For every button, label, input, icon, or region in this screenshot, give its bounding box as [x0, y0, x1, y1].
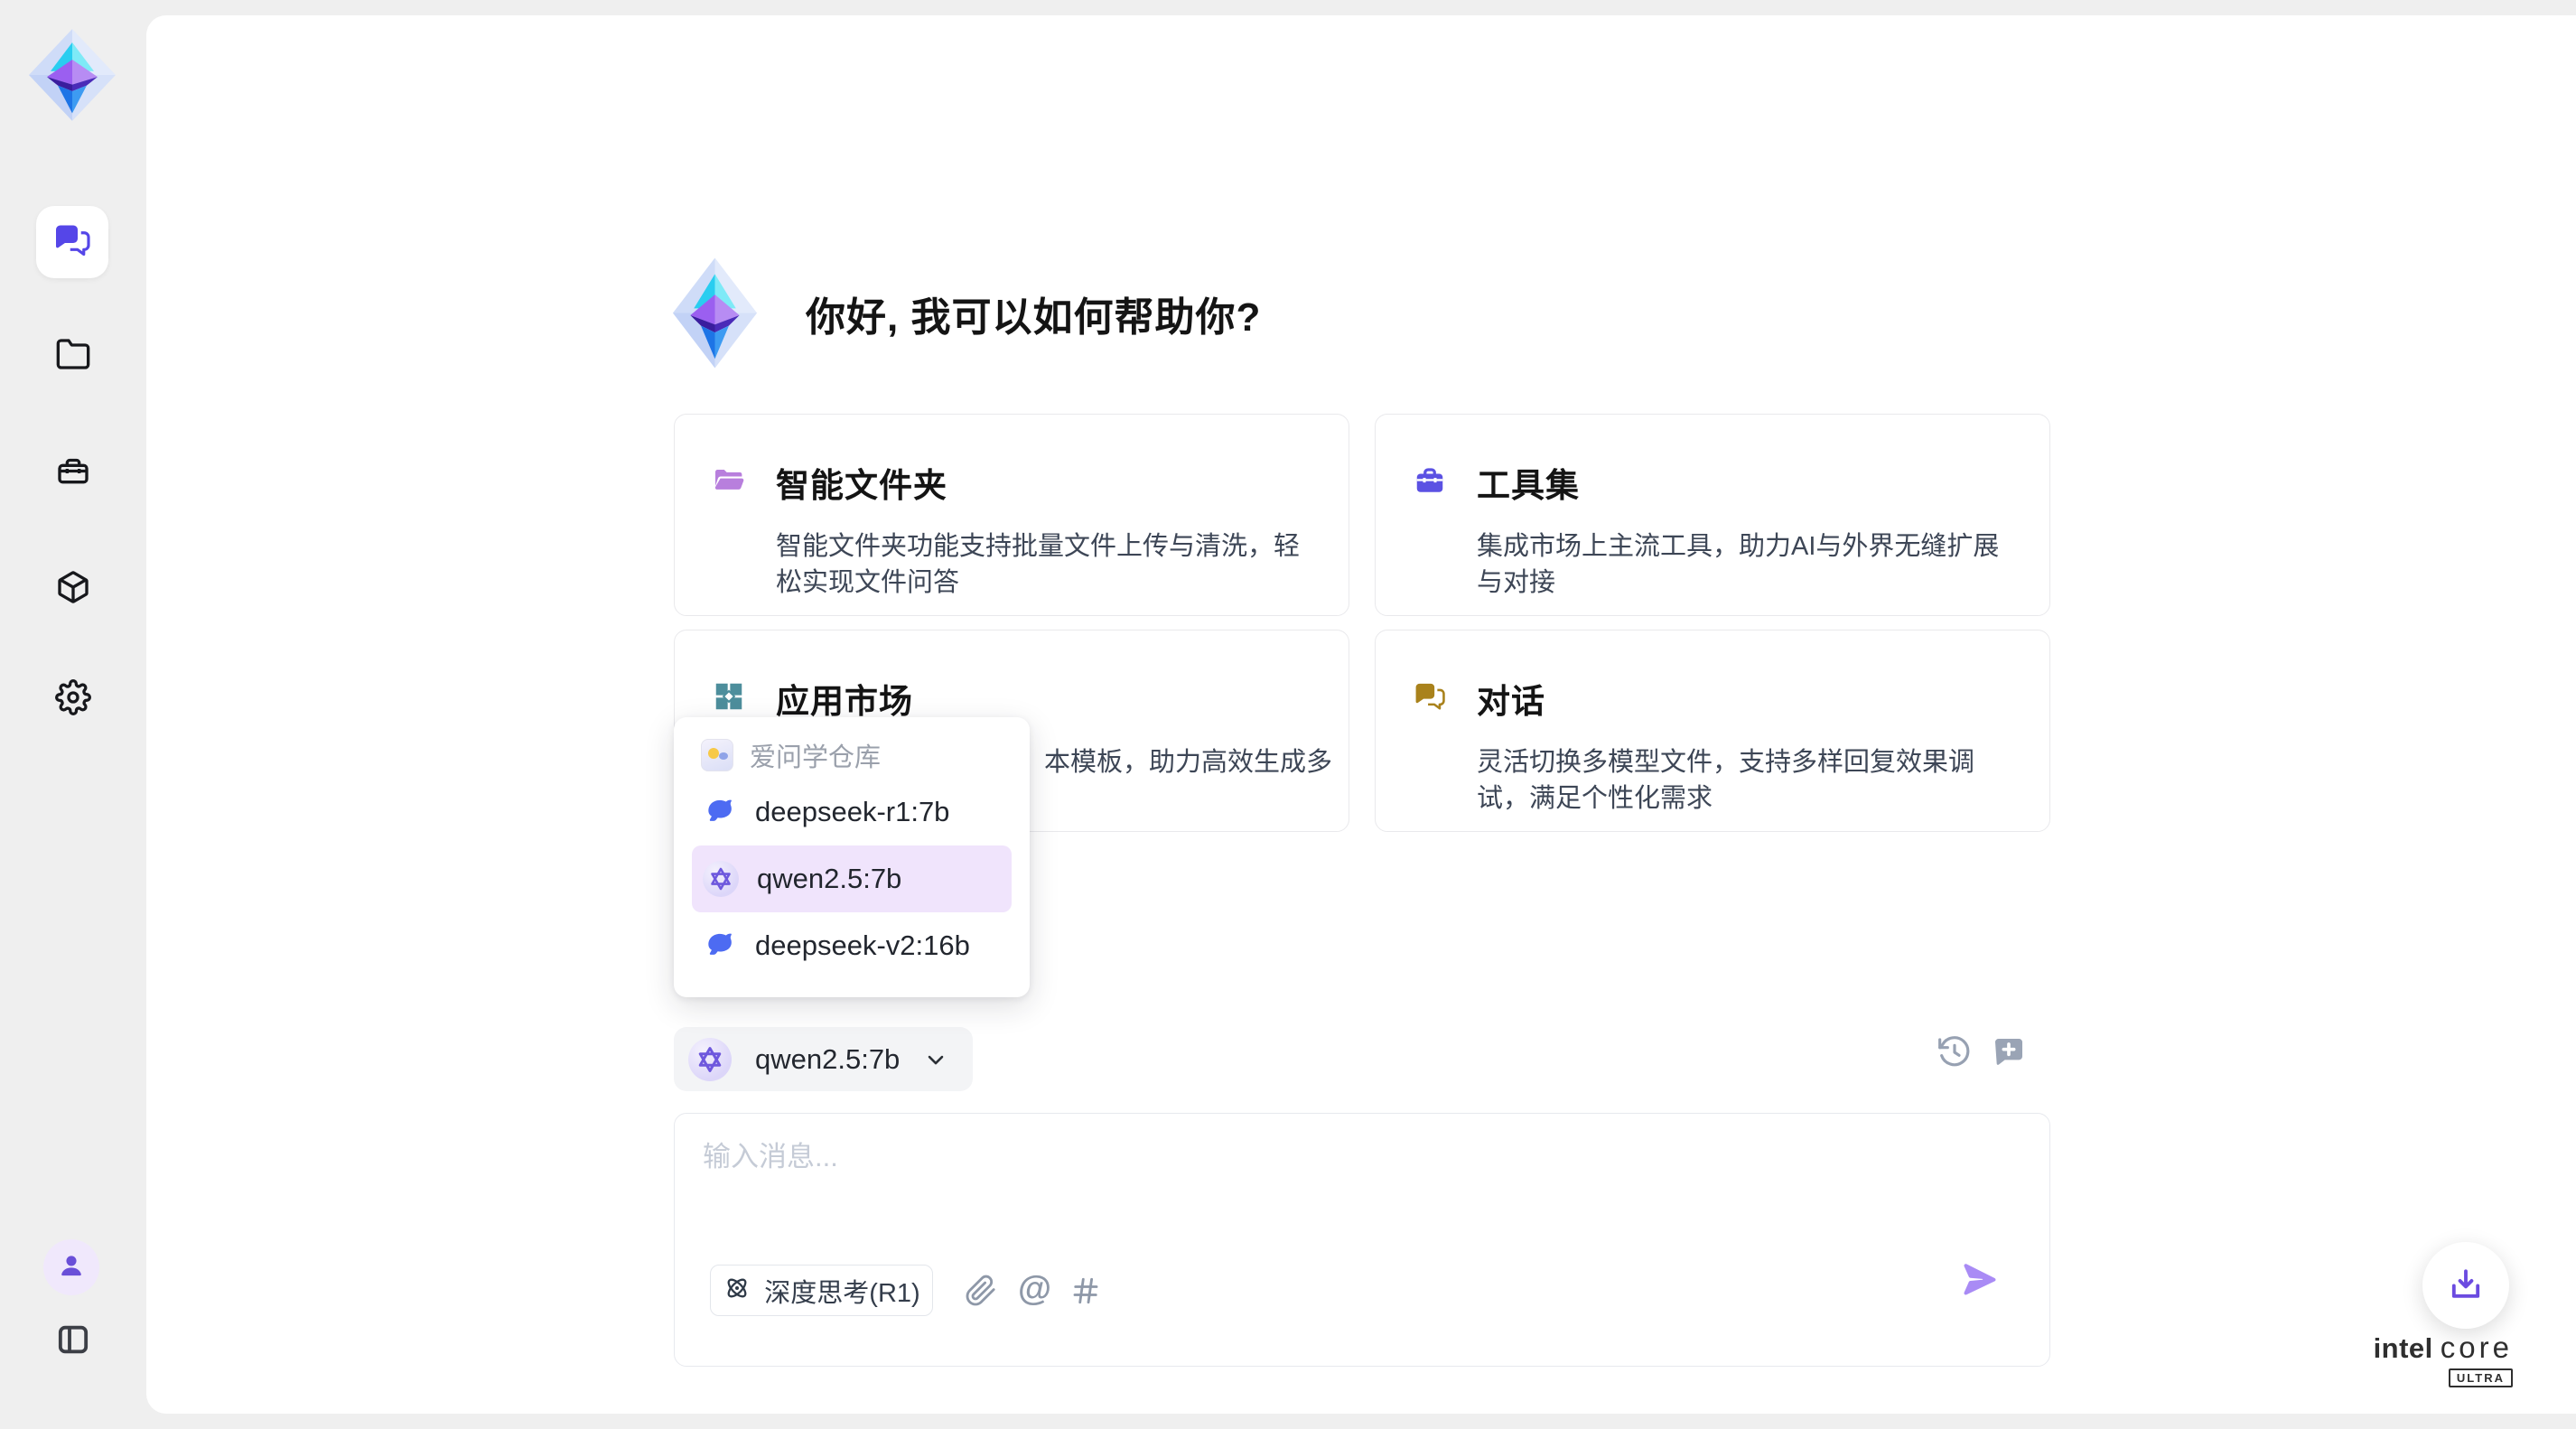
chat-bubbles-gold-icon: [1414, 680, 1446, 717]
card-smart-folder[interactable]: 智能文件夹 智能文件夹功能支持批量文件上传与清洗，轻松实现文件问答: [674, 414, 1349, 616]
sidebar-item-folders[interactable]: [52, 335, 94, 377]
hash-icon[interactable]: [1069, 1275, 1102, 1307]
sidebar-collapse-button[interactable]: [52, 1321, 94, 1362]
hero: 你好, 我可以如何帮助你?: [671, 256, 1261, 370]
model-option-qwen[interactable]: qwen2.5:7b: [692, 845, 1012, 912]
card-title: 应用市场: [776, 674, 913, 723]
paperclip-icon[interactable]: [965, 1275, 997, 1307]
sidebar-item-chat[interactable]: [36, 206, 108, 278]
card-description-partial: 本模板，助力高效生成多: [1044, 744, 1312, 780]
model-option-deepseek-r1[interactable]: deepseek-r1:7b: [692, 779, 1012, 845]
message-input[interactable]: [703, 1134, 2021, 1242]
deep-think-label: 深度思考(R1): [764, 1272, 919, 1310]
core-wordmark: core: [2441, 1331, 2513, 1365]
chevron-down-icon: [923, 1047, 948, 1072]
sidebar-item-models[interactable]: [52, 568, 94, 610]
user-avatar[interactable]: [43, 1239, 99, 1295]
ultra-badge: ULTRA: [2449, 1368, 2513, 1387]
send-button[interactable]: [1961, 1258, 2001, 1298]
download-icon: [2446, 1265, 2486, 1307]
atom-icon: [723, 1274, 751, 1307]
deepseek-whale-icon: [703, 925, 737, 967]
history-button[interactable]: [1937, 1034, 1973, 1070]
send-plane-icon: [1961, 1287, 2001, 1301]
app-grid-icon: [713, 680, 745, 717]
download-fab[interactable]: [2422, 1242, 2509, 1329]
toolbox-filled-icon: [1414, 464, 1446, 501]
model-selector-value: qwen2.5:7b: [755, 1043, 900, 1076]
greeting-title: 你好, 我可以如何帮助你?: [806, 285, 1261, 342]
deepseek-whale-icon: [703, 791, 737, 833]
repository-icon: [701, 739, 733, 771]
card-conversation[interactable]: 对话 灵活切换多模型文件，支持多样回复效果调试，满足个性化需求: [1375, 630, 2050, 832]
chat-bubbles-icon: [53, 222, 91, 263]
model-option-label: deepseek-v2:16b: [755, 929, 970, 962]
user-avatar-icon: [55, 1249, 88, 1286]
folder-icon: [55, 336, 91, 377]
card-title: 智能文件夹: [776, 458, 947, 507]
toolbox-icon: [55, 453, 91, 494]
at-sign-icon[interactable]: @: [1018, 1273, 1050, 1305]
history-icon: [1937, 1060, 1973, 1073]
qwen-icon: [703, 861, 739, 897]
model-group-label: 爱问学仓库: [750, 736, 881, 774]
sidebar-item-toolset[interactable]: [52, 453, 94, 494]
card-title: 工具集: [1477, 458, 1580, 507]
card-toolset[interactable]: 工具集 集成市场上主流工具，助力AI与外界无缝扩展与对接: [1375, 414, 2050, 616]
new-chat-button[interactable]: [1991, 1034, 2027, 1070]
cube-icon: [55, 569, 91, 610]
card-description: 集成市场上主流工具，助力AI与外界无缝扩展与对接: [1477, 528, 2013, 601]
new-chat-icon: [1991, 1060, 2027, 1073]
model-option-deepseek-v2[interactable]: deepseek-v2:16b: [692, 912, 1012, 979]
deep-think-toggle[interactable]: 深度思考(R1): [710, 1265, 933, 1316]
model-dropdown: 爱问学仓库 deepseek-r1:7b qwen2.5:7b: [674, 717, 1030, 997]
app-logo-large: [671, 256, 759, 370]
card-description: 智能文件夹功能支持批量文件上传与清洗，轻松实现文件问答: [776, 528, 1312, 601]
model-option-label: deepseek-r1:7b: [755, 796, 949, 828]
intel-wordmark: intel: [2374, 1332, 2433, 1365]
main-panel: 你好, 我可以如何帮助你? 智能文件夹 智能文件夹功能支持批量文件上传与清洗，轻…: [146, 15, 2576, 1414]
panel-toggle-icon: [55, 1322, 91, 1362]
gear-icon: [55, 679, 91, 720]
composer: 深度思考(R1) @: [674, 1113, 2050, 1367]
sidebar: [0, 0, 146, 1429]
qwen-icon: [688, 1038, 732, 1081]
app-logo: [27, 27, 117, 123]
model-option-label: qwen2.5:7b: [757, 863, 901, 895]
model-selector-button[interactable]: qwen2.5:7b: [674, 1027, 973, 1091]
intel-core-logo: intel core ULTRA: [2350, 1331, 2513, 1387]
model-group: 爱问学仓库: [692, 732, 1012, 779]
sidebar-item-settings[interactable]: [52, 678, 94, 720]
folder-open-icon: [713, 464, 745, 501]
card-description: 灵活切换多模型文件，支持多样回复效果调试，满足个性化需求: [1477, 744, 2013, 817]
card-title: 对话: [1477, 674, 1545, 723]
